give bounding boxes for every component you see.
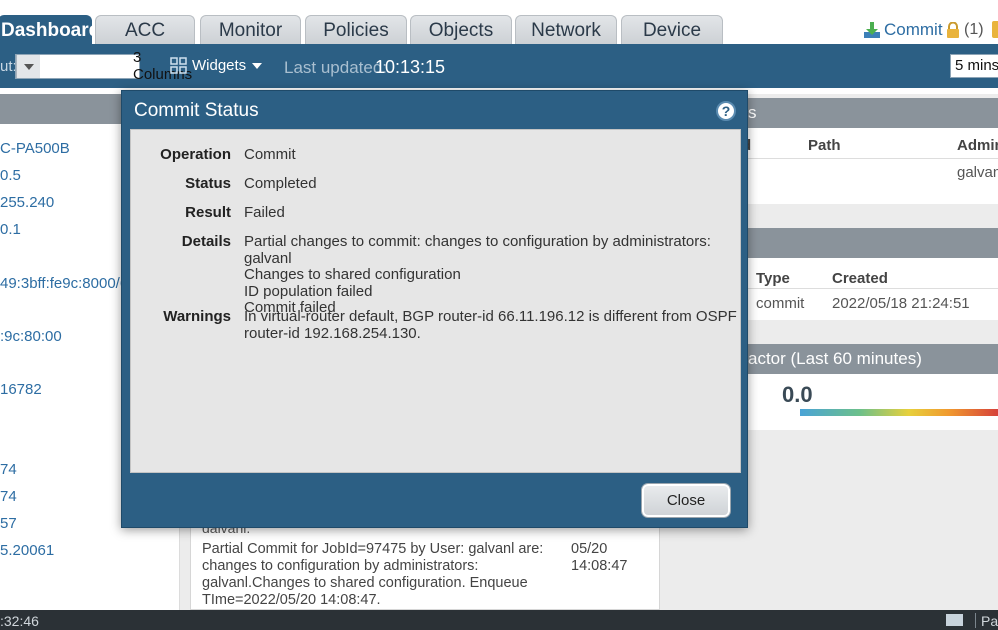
commit-status-dialog: Commit Status ? Operation Commit Status …: [121, 90, 748, 528]
threat-gauge-value: 0.0: [782, 382, 813, 407]
tab-objects[interactable]: Objects: [410, 15, 512, 44]
commit-download-icon: [864, 22, 880, 38]
warnings-line: In virtual-router default, BGP router-id…: [244, 308, 737, 325]
info-value: 255.240: [0, 194, 55, 211]
config-lock-button[interactable]: (1): [946, 21, 984, 39]
tab-dashboard[interactable]: Dashboard: [0, 15, 100, 44]
jobs-row-created: 2022/05/18 21:24:51: [832, 295, 970, 312]
lock-count: (1): [964, 21, 984, 38]
log-date: 05/20: [571, 541, 608, 557]
divider: [975, 613, 976, 628]
commit-label: Commit: [884, 20, 943, 39]
widgets-menu-button[interactable]: Widgets: [170, 57, 263, 74]
status-label: Status: [185, 175, 231, 192]
tab-monitor[interactable]: Monitor: [200, 15, 301, 44]
commit-button[interactable]: Commit: [863, 20, 943, 40]
last-updated-label: Last updated:: [284, 58, 388, 77]
close-button[interactable]: Close: [642, 484, 730, 517]
divider: [748, 288, 998, 289]
status-time: :32:46: [0, 613, 39, 629]
details-value: Partial changes to commit: changes to co…: [244, 233, 740, 317]
locks-col-path: Path: [808, 137, 841, 154]
tab-acc[interactable]: ACC: [95, 15, 195, 44]
warnings-line: router-id 192.168.254.130.: [244, 324, 421, 342]
jobs-col-created: Created: [832, 270, 888, 287]
details-line: Partial changes to commit: changes to co…: [244, 233, 711, 267]
refresh-interval-select[interactable]: 5 mins: [950, 54, 998, 78]
main-tab-bar: Dashboard ACC Monitor Policies Objects N…: [0, 0, 998, 44]
result-label: Result: [185, 204, 231, 221]
info-value: :9c:80:00: [0, 328, 62, 345]
layout-select[interactable]: 3 Columns: [15, 49, 192, 82]
warnings-value: In virtual-router default, BGP router-id…: [244, 308, 737, 342]
mail-icon[interactable]: [946, 614, 963, 626]
task-icon[interactable]: [992, 21, 998, 38]
operation-label: Operation: [160, 146, 231, 163]
log-time: 14:08:47: [571, 558, 628, 574]
result-value: Failed: [244, 204, 285, 221]
info-value: 74: [0, 488, 17, 505]
details-label: Details: [181, 233, 231, 250]
info-value: 57: [0, 515, 17, 532]
tab-device[interactable]: Device: [621, 15, 723, 44]
tab-network[interactable]: Network: [515, 15, 617, 44]
caret-down-icon: [252, 62, 263, 69]
dashboard-toolbar: ut: 3 Columns Widgets Last updated: 10:1…: [0, 44, 998, 88]
dialog-title: Commit Status: [134, 100, 259, 121]
lock-icon: [947, 21, 959, 38]
help-icon[interactable]: ?: [716, 101, 736, 121]
info-value: 5.20061: [0, 542, 55, 559]
threat-gauge-bar: [800, 409, 998, 416]
status-pa-label: Pa: [981, 613, 998, 629]
last-updated-value: 10:13:15: [375, 57, 446, 77]
info-value: 0.5: [0, 167, 21, 184]
log-message: Partial Commit for JobId=97475 by User: …: [202, 541, 544, 608]
widgets-grid-icon: [170, 57, 187, 74]
details-line: Changes to shared configuration: [244, 266, 461, 284]
locks-widget-title: s: [748, 103, 757, 122]
log-timestamp: 05/20 14:08:47: [571, 541, 627, 575]
widgets-label: Widgets: [192, 57, 247, 74]
details-line: ID population failed: [244, 282, 373, 300]
divider: [748, 158, 998, 159]
warnings-label: Warnings: [163, 308, 231, 325]
info-value: C-PA500B: [0, 140, 70, 157]
chevron-down-icon[interactable]: [16, 55, 40, 78]
info-value: 74: [0, 461, 17, 478]
jobs-row-type: commit: [756, 295, 805, 312]
threat-widget-title: actor (Last 60 minutes): [748, 349, 922, 368]
locks-row-admin: galvan: [957, 164, 998, 181]
dialog-body: Operation Commit Status Completed Result…: [130, 129, 741, 473]
tab-policies[interactable]: Policies: [305, 15, 407, 44]
operation-value: Commit: [244, 146, 296, 163]
locks-col-admin: Admin: [957, 137, 998, 154]
status-value: Completed: [244, 175, 317, 192]
info-value: 16782: [0, 381, 42, 398]
info-value: 49:3bff:fe9c:8000/64: [0, 275, 137, 292]
jobs-col-type: Type: [756, 270, 790, 287]
info-value: 0.1: [0, 221, 21, 238]
status-bar: :32:46 Pa: [0, 610, 998, 630]
